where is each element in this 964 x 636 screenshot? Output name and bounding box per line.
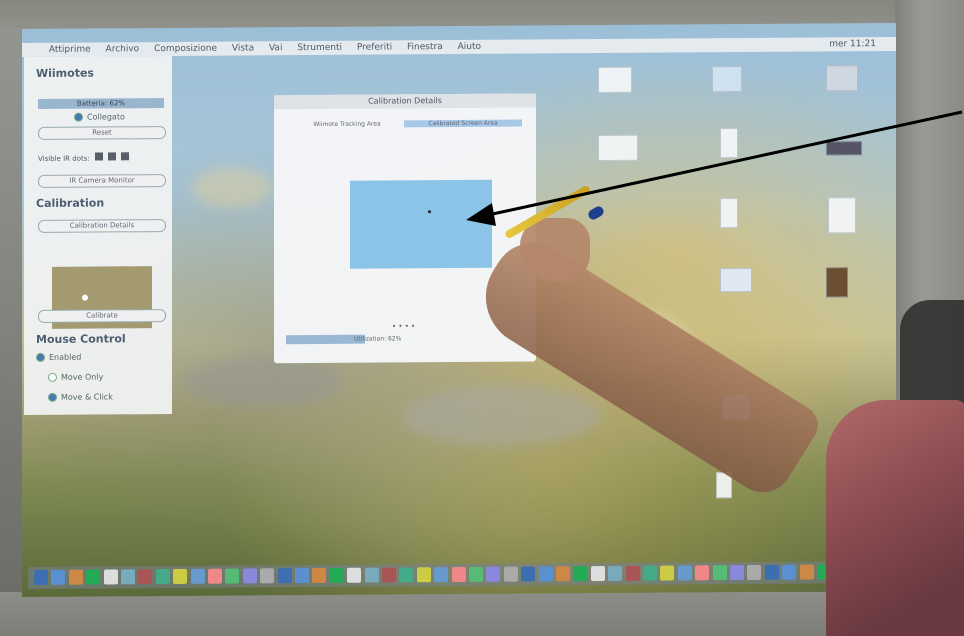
arrow-head [466,203,496,226]
annotation-arrow [466,110,963,226]
arrow-line [487,110,963,217]
photo-scene: Attiprime Archivo Composizione Vista Vai… [0,0,964,636]
